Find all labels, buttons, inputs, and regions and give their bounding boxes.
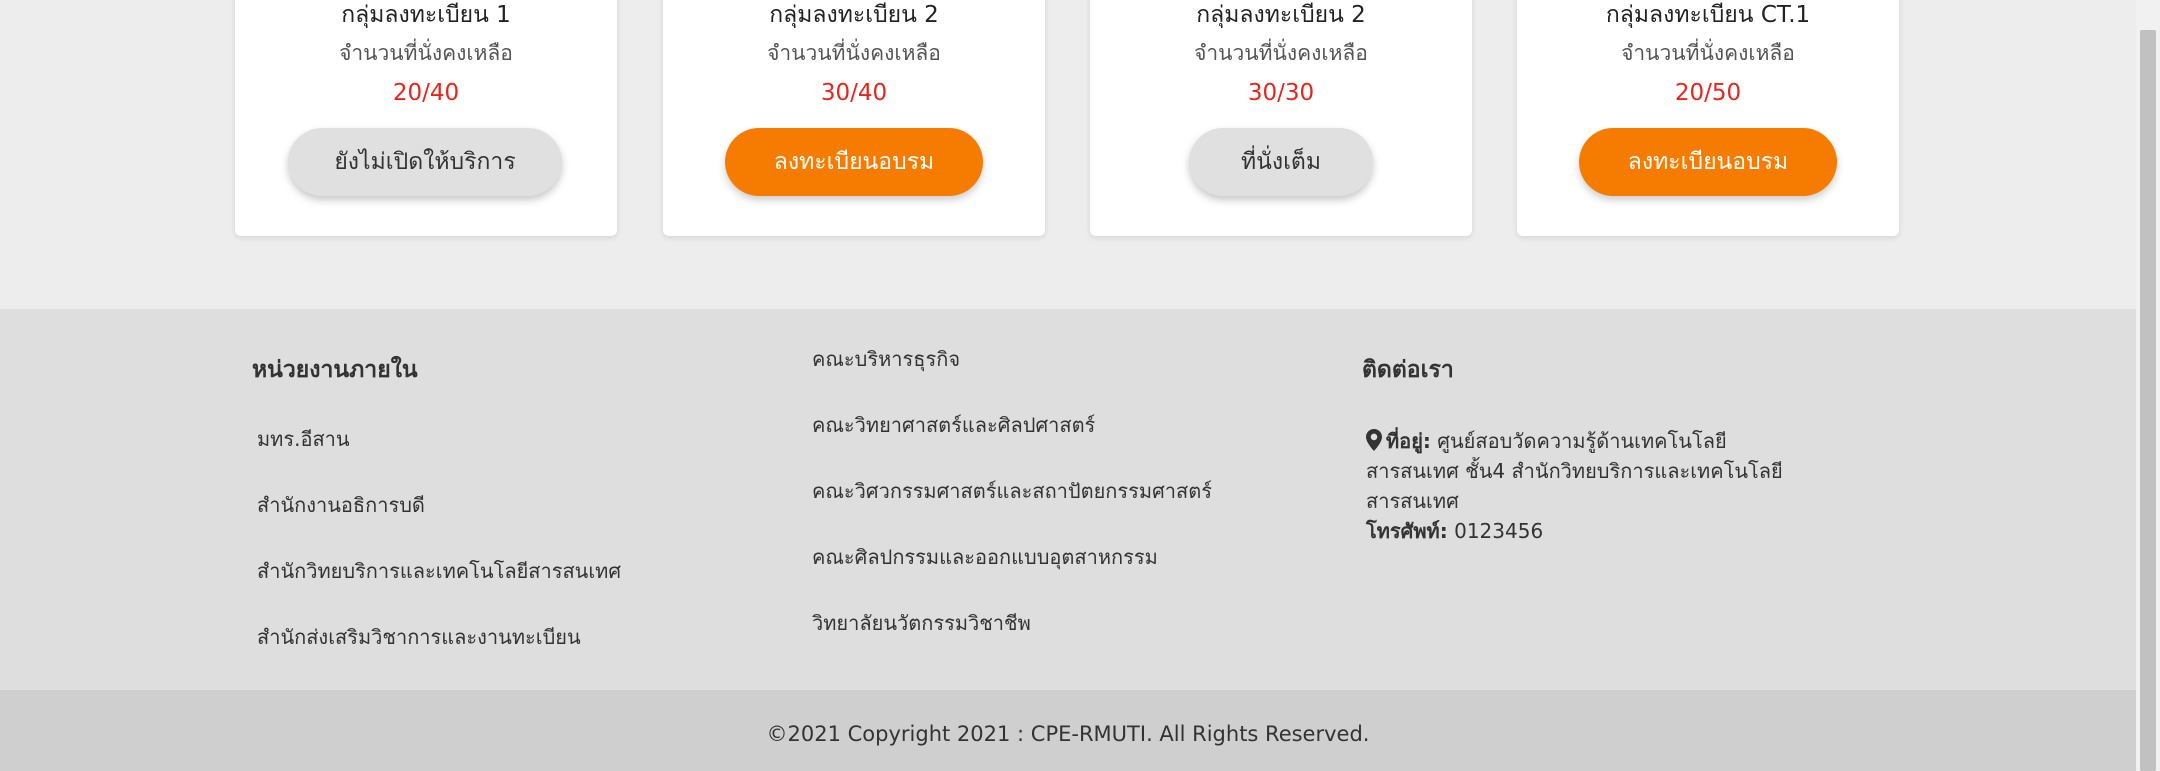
registration-card: กลุ่มลงทะเบียน 2 จำนวนที่นั่งคงเหลือ 30/… [1090,0,1472,236]
footer: หน่วยงานภายใน มทร.อีสาน สำนักงานอธิการบด… [0,309,2136,690]
copyright-bar: ©2021 Copyright 2021 : CPE-RMUTI. All Ri… [0,690,2136,771]
vertical-scrollbar[interactable] [2136,0,2160,771]
footer-link-science-faculty[interactable]: คณะวิทยาศาสตร์และศิลปศาสตร์ [812,411,1095,439]
footer-link-innovation-college[interactable]: วิทยาลัยนวัตกรรมวิชาชีพ [812,609,1031,637]
footer-link-rmuti-isan[interactable]: มทร.อีสาน [257,425,350,453]
seats-remaining: 20/50 [1674,80,1742,106]
seats-full-button[interactable]: ที่นั่งเต็ม [1189,128,1373,196]
seats-remaining: 20/40 [392,80,460,106]
phone-number: 0123456 [1454,519,1544,543]
contact-info: ที่อยู่: ศูนย์สอบวัดความรู้ด้านเทคโนโลยี… [1366,426,1826,546]
card-title: กลุ่มลงทะเบียน 2 [1196,2,1366,28]
copyright-text: ©2021 Copyright 2021 : CPE-RMUTI. All Ri… [766,722,1370,746]
contact-phone-line: โทรศัพท์: 0123456 [1366,516,1826,546]
card-subtitle: จำนวนที่นั่งคงเหลือ [1621,41,1795,65]
card-subtitle: จำนวนที่นั่งคงเหลือ [767,41,941,65]
not-open-button[interactable]: ยังไม่เปิดให้บริการ [288,128,562,196]
page: กลุ่มลงทะเบียน 1 จำนวนที่นั่งคงเหลือ 20/… [0,0,2136,771]
scrollbar-thumb[interactable] [2140,30,2156,771]
internal-units-heading: หน่วยงานภายใน [252,357,418,383]
address-label: ที่อยู่: [1386,429,1431,453]
footer-link-business-faculty[interactable]: คณะบริหารธุรกิจ [812,345,960,373]
address-line-3: สารสนเทศ [1366,489,1459,513]
address-line-1: ศูนย์สอบวัดความรู้ด้านเทคโนโลยี [1437,429,1727,453]
registration-card: กลุ่มลงทะเบียน 1 จำนวนที่นั่งคงเหลือ 20/… [235,0,617,236]
card-title: กลุ่มลงทะเบียน 1 [341,2,511,28]
card-subtitle: จำนวนที่นั่งคงเหลือ [1194,41,1368,65]
registration-card: กลุ่มลงทะเบียน 2 จำนวนที่นั่งคงเหลือ 30/… [663,0,1045,236]
card-title: กลุ่มลงทะเบียน CT.1 [1605,2,1811,28]
register-button[interactable]: ลงทะเบียนอบรม [725,128,983,196]
seats-remaining: 30/30 [1247,80,1315,106]
contact-heading: ติดต่อเรา [1362,357,1454,383]
footer-link-academic-promotion[interactable]: สำนักส่งเสริมวิชาการและงานทะเบียน [257,623,581,651]
footer-link-fine-arts-faculty[interactable]: คณะศิลปกรรมและออกแบบอุตสาหกรรม [812,543,1158,571]
footer-link-engineering-faculty[interactable]: คณะวิศวกรรมศาสตร์และสถาปัตยกรรมศาสตร์ [812,477,1212,505]
phone-label: โทรศัพท์: [1366,519,1448,543]
contact-address-line: ที่อยู่: ศูนย์สอบวัดความรู้ด้านเทคโนโลยี [1366,426,1826,456]
registration-cards-section: กลุ่มลงทะเบียน 1 จำนวนที่นั่งคงเหลือ 20/… [0,0,2136,309]
register-button[interactable]: ลงทะเบียนอบรม [1579,128,1837,196]
footer-link-president-office[interactable]: สำนักงานอธิการบดี [257,491,425,519]
card-subtitle: จำนวนที่นั่งคงเหลือ [339,41,513,65]
map-marker-icon [1366,429,1382,451]
seats-remaining: 30/40 [820,80,888,106]
footer-link-academic-resources[interactable]: สำนักวิทยบริการและเทคโนโลยีสารสนเทศ [257,557,621,585]
card-title: กลุ่มลงทะเบียน 2 [769,2,939,28]
registration-card: กลุ่มลงทะเบียน CT.1 จำนวนที่นั่งคงเหลือ … [1517,0,1899,236]
address-line-2: สารสนเทศ ชั้น4 สำนักวิทยบริการและเทคโนโล… [1366,459,1783,483]
